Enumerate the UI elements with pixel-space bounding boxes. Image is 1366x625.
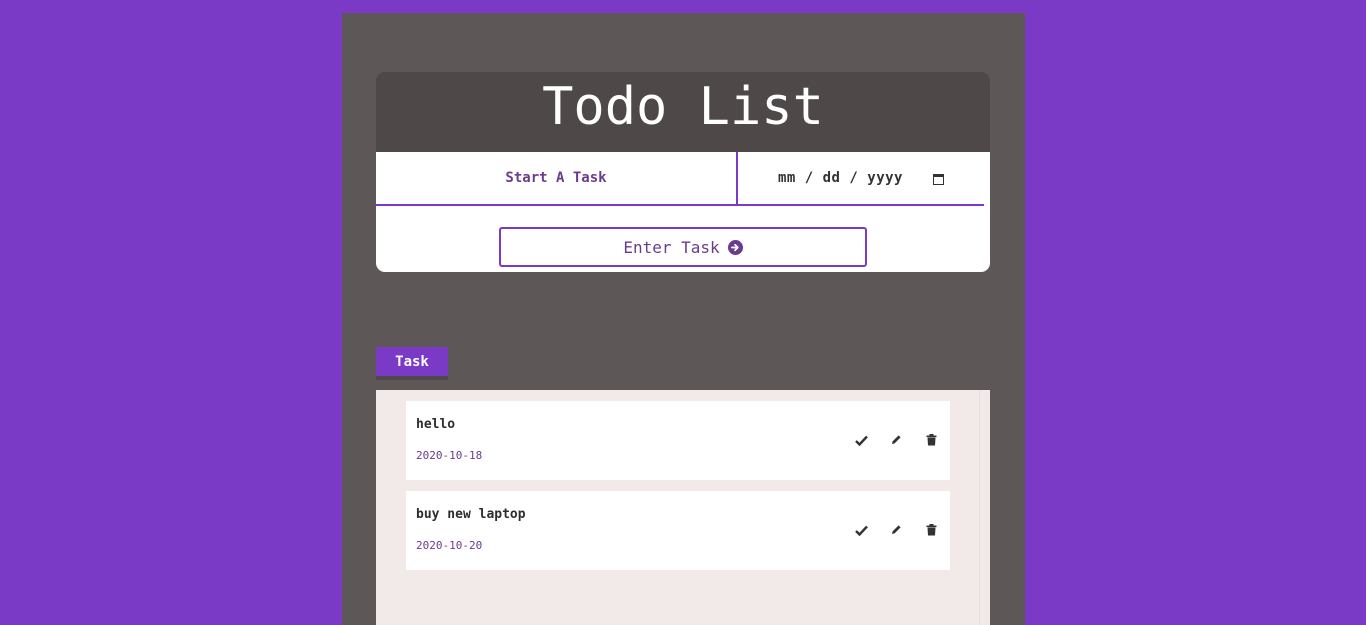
tab-task[interactable]: Task	[376, 347, 448, 380]
task-name: buy new laptop	[416, 507, 526, 522]
task-date: 2020-10-20	[416, 539, 483, 552]
task-item: buy new laptop 2020-10-20	[406, 491, 950, 570]
task-name: hello	[416, 417, 456, 432]
task-form: mm / dd / yyyy Enter Task	[376, 152, 990, 272]
title-bar: Todo List	[376, 72, 990, 152]
page-title: Todo List	[542, 77, 824, 137]
date-placeholder: mm / dd / yyyy	[777, 170, 903, 186]
check-icon[interactable]	[854, 523, 868, 537]
task-item: hello 2020-10-18	[406, 401, 950, 480]
trash-icon[interactable]	[924, 433, 938, 447]
date-field[interactable]: mm / dd / yyyy	[738, 152, 984, 206]
enter-task-label: Enter Task	[623, 237, 720, 257]
tab-task-label: Task	[395, 353, 429, 370]
trash-icon[interactable]	[924, 523, 938, 537]
task-actions	[854, 523, 938, 537]
pencil-icon[interactable]	[889, 523, 903, 537]
pencil-icon[interactable]	[889, 433, 903, 447]
task-input-wrapper	[376, 152, 738, 206]
todo-app: Todo List mm / dd / yyyy Enter Task Task…	[342, 13, 1025, 625]
check-icon[interactable]	[854, 433, 868, 447]
task-list: hello 2020-10-18 buy new laptop 2020-10-…	[376, 390, 990, 625]
task-input[interactable]	[376, 152, 736, 204]
calendar-icon[interactable]	[933, 173, 944, 185]
arrow-circle-right-icon	[727, 239, 743, 255]
task-date: 2020-10-18	[416, 449, 483, 462]
enter-task-button[interactable]: Enter Task	[499, 227, 867, 267]
scrollbar-track[interactable]	[979, 390, 990, 625]
task-actions	[854, 433, 938, 447]
